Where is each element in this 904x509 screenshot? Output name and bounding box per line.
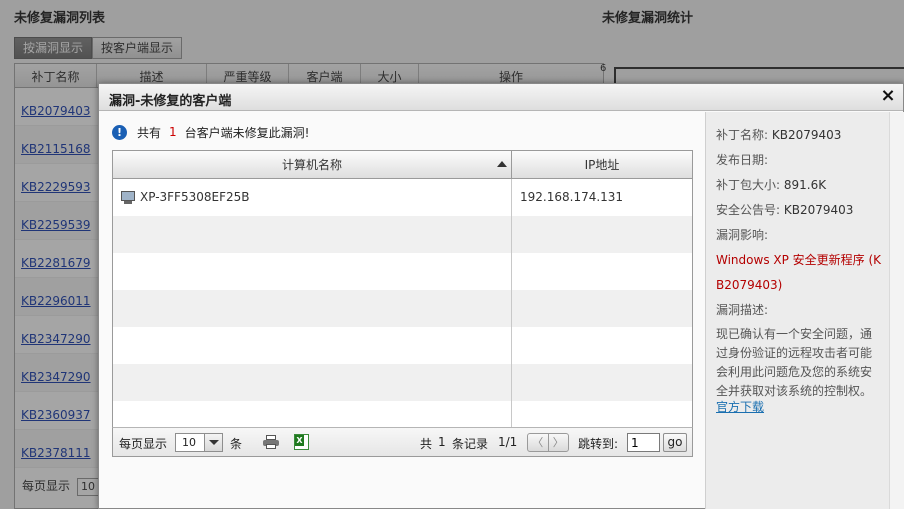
description-label: 漏洞描述: [716, 303, 769, 317]
go-button[interactable]: go [663, 433, 687, 452]
clients-panel: ! 共有 1 台客户端未修复此漏洞! 计算机名称 IP地址 XP-3FF5308… [99, 112, 705, 509]
total-count: 1 [438, 435, 446, 449]
clients-table: 计算机名称 IP地址 XP-3FF5308EF25B 192.168.174.1… [112, 150, 693, 457]
goto-page-input[interactable] [627, 433, 660, 452]
total-prefix: 共 [420, 437, 433, 451]
next-page-button[interactable]: 〉 [549, 434, 569, 451]
pager-buttons: 〈 〉 [527, 433, 569, 452]
close-icon[interactable]: × [879, 86, 897, 106]
empty-row [113, 290, 692, 327]
info-icon: ! [112, 124, 127, 140]
sort-ascending-icon[interactable] [497, 161, 507, 167]
prev-page-button[interactable]: 〈 [528, 434, 549, 451]
patch-name-label: 补丁名称: [716, 128, 769, 142]
col-computer-name[interactable]: 计算机名称 [113, 151, 512, 178]
excel-export-icon[interactable] [294, 434, 309, 450]
col-ip-address[interactable]: IP地址 [512, 151, 692, 178]
package-size-label: 补丁包大小: [716, 178, 781, 192]
notice-count: 1 [169, 125, 177, 139]
page-size-unit: 条 [230, 437, 243, 451]
patch-name-value: KB2079403 [771, 128, 842, 142]
computer-icon [120, 190, 136, 205]
chevron-down-icon[interactable] [204, 434, 222, 451]
impact-label: 漏洞影响: [716, 228, 769, 242]
print-icon[interactable] [263, 435, 279, 449]
unpatched-clients-dialog: 漏洞-未修复的客户端 × ! 共有 1 台客户端未修复此漏洞! 计算机名称 IP… [98, 83, 904, 509]
dialog-titlebar: 漏洞-未修复的客户端 × [99, 84, 903, 111]
bulletin-value: KB2079403 [783, 203, 854, 217]
page-indicator: 1/1 [498, 435, 518, 449]
total-suffix: 条记录 [452, 437, 489, 451]
computer-name: XP-3FF5308EF25B [140, 190, 250, 204]
dialog-title: 漏洞-未修复的客户端 [109, 94, 232, 109]
col-computer-name-label: 计算机名称 [281, 158, 342, 172]
notice-suffix: 台客户端未修复此漏洞! [184, 125, 310, 140]
empty-row [113, 401, 692, 427]
goto-label: 跳转到: [578, 437, 619, 451]
package-size-row: 补丁包大小: 891.6K [716, 173, 826, 198]
clients-pager: 每页显示 10 条 共 1 条记录 1/1 〈 〉 跳转到: go [112, 427, 693, 457]
clients-table-body: XP-3FF5308EF25B 192.168.174.131 [113, 179, 692, 427]
bulletin-row: 安全公告号: KB2079403 [716, 198, 853, 223]
computer-name-cell: XP-3FF5308EF25B [113, 179, 512, 216]
dialog-scrollbar[interactable] [889, 112, 904, 509]
page-size-label: 每页显示 [119, 437, 168, 451]
clients-table-header: 计算机名称 IP地址 [113, 151, 692, 179]
empty-row [113, 253, 692, 290]
patch-details-panel: 补丁名称: KB2079403 发布日期: 补丁包大小: 891.6K 安全公告… [705, 112, 889, 509]
notice-prefix: 共有 [137, 125, 162, 140]
summary-notice: ! 共有 1 台客户端未修复此漏洞! [112, 124, 309, 140]
publish-date-label: 发布日期: [716, 153, 769, 167]
patch-name-row: 补丁名称: KB2079403 [716, 123, 841, 148]
ip-address-cell: 192.168.174.131 [520, 190, 624, 204]
table-row[interactable]: XP-3FF5308EF25B 192.168.174.131 [113, 179, 692, 216]
impact-value: Windows XP 安全更新程序 (KB2079403) [716, 253, 882, 292]
page-size-select[interactable]: 10 [175, 433, 223, 452]
empty-row [113, 364, 692, 401]
official-download-link[interactable]: 官方下载 [716, 398, 764, 416]
empty-row [113, 327, 692, 364]
package-size-value: 891.6K [783, 178, 827, 192]
page-size-value: 10 [182, 436, 196, 449]
empty-row [113, 216, 692, 253]
description-value: 现已确认有一个安全问题，通过身份验证的远程攻击者可能会利用此问题危及您的系统安全… [716, 327, 873, 398]
bulletin-label: 安全公告号: [716, 203, 781, 217]
